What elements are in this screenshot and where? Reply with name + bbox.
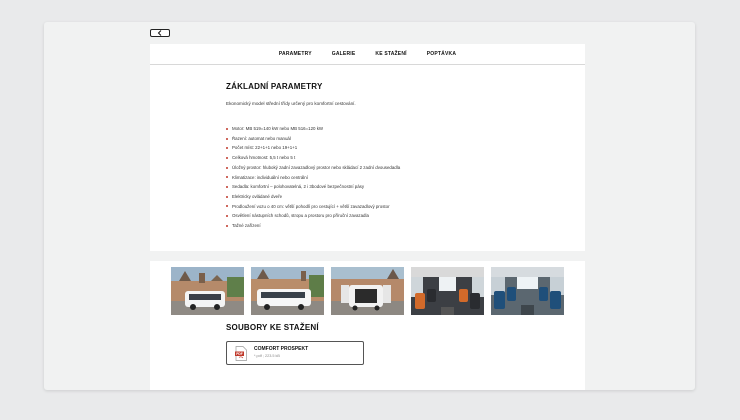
parameters-title: ZÁKLADNÍ PARAMETRY [226,82,323,91]
parameters-section: ZÁKLADNÍ PARAMETRY Ekonomický model stře… [226,82,546,231]
list-item: Počet míst: 22+1+1 nebo 19+1+1 [226,143,546,153]
nav-item-ke-stazeni[interactable]: KE STAŽENÍ [365,51,416,57]
bullet-icon [226,156,228,159]
list-item: Osvětlení nástupních schodů, stropu a pr… [226,211,546,221]
bullet-icon [226,224,228,227]
gallery-image-bus-exterior-rear-open[interactable] [331,267,404,315]
bullet-icon [226,215,228,218]
gallery [171,267,571,315]
gallery-image-bus-exterior-front[interactable] [171,267,244,315]
parameters-intro: Ekonomický model střední třídy určený pr… [226,101,356,106]
nav-item-parametry[interactable]: PARAMETRY [269,51,322,57]
list-item: Celková hmotnost: 5,5 t nebo 5 t [226,153,546,163]
list-item: Úložný prostor: hluboký zadní zavazadlov… [226,163,546,173]
file-meta: *.pdf ; 223.5 kB [254,354,280,358]
section-divider [150,251,585,261]
list-item: Motor: MB 519=140 kW nebo MB 516=120 kW [226,124,546,134]
gallery-image-bus-exterior-side[interactable] [251,267,324,315]
back-button[interactable] [150,29,170,37]
section-nav: PARAMETRY GALERIE KE STAŽENÍ POPTÁVKA [150,44,585,65]
file-name: COMFORT PROSPEKT [254,346,309,352]
nav-item-galerie[interactable]: GALERIE [322,51,366,57]
chevron-left-icon [157,30,162,36]
bullet-icon [226,176,228,179]
gallery-image-bus-interior-orange-seats[interactable] [411,267,484,315]
gallery-image-bus-interior-blue-seats[interactable] [491,267,564,315]
bullet-icon [226,166,228,169]
bullet-icon [226,205,228,208]
download-file-card[interactable]: PDF COMFORT PROSPEKT *.pdf ; 223.5 kB [226,341,364,365]
downloads-title: SOUBORY KE STAŽENÍ [226,323,319,332]
bullet-icon [226,137,228,140]
list-item: Řazení: automat nebo manuál [226,134,546,144]
list-item: Tažné zařízení [226,221,546,231]
list-item: Sedadla: komfortní – polohovatelná, 2 i … [226,182,546,192]
bullet-icon [226,127,228,130]
list-item: Elektricky ovládané dveře [226,192,546,202]
browser-window: PARAMETRY GALERIE KE STAŽENÍ POPTÁVKA ZÁ… [44,22,695,390]
bullet-icon [226,195,228,198]
parameters-list: Motor: MB 519=140 kW nebo MB 516=120 kW … [226,124,546,231]
bullet-icon [226,147,228,150]
nav-item-poptavka[interactable]: POPTÁVKA [417,51,466,57]
list-item: Prodloužení vozu o 40 cm: větší pohodlí … [226,202,546,212]
list-item: Klimatizace: individuální nebo centrální [226,173,546,183]
bullet-icon [226,186,228,189]
pdf-icon: PDF [235,346,247,361]
product-page: PARAMETRY GALERIE KE STAŽENÍ POPTÁVKA ZÁ… [150,44,585,390]
svg-text:PDF: PDF [236,352,243,356]
